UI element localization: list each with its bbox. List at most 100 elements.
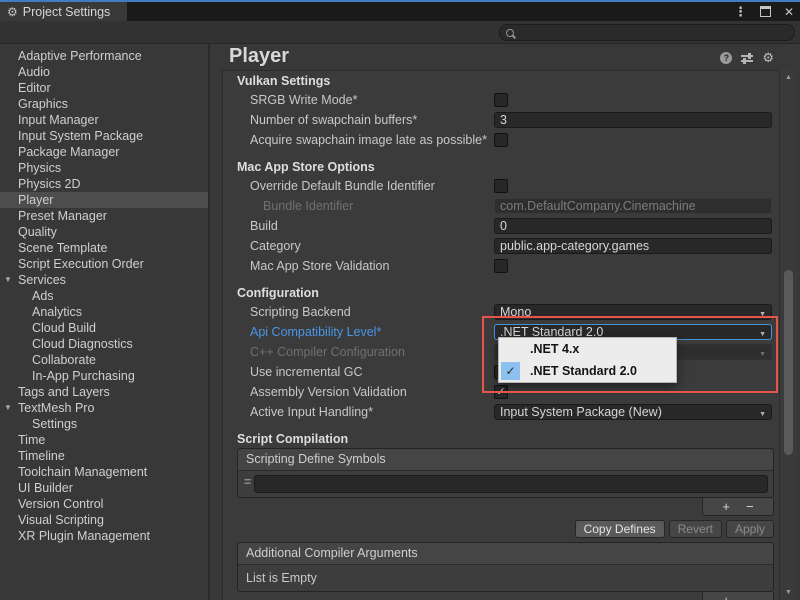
drag-handle-icon[interactable]: =: [244, 475, 251, 489]
sidebar-item-time[interactable]: Time: [0, 432, 208, 448]
dropdown-scripting-backend[interactable]: Mono▼: [494, 304, 772, 320]
maximize-icon[interactable]: [760, 6, 771, 17]
search-box[interactable]: [499, 24, 795, 41]
sidebar-item-label: Scene Template: [18, 241, 107, 255]
sidebar-item-label: Time: [18, 433, 45, 447]
sidebar-item-visual-scripting[interactable]: Visual Scripting: [0, 512, 208, 528]
field-bundle-identifier[interactable]: com.DefaultCompany.Cinemachine: [494, 198, 772, 214]
setting-label: SRGB Write Mode*: [250, 90, 357, 110]
sidebar-item-graphics[interactable]: Graphics: [0, 96, 208, 112]
field-build[interactable]: 0: [494, 218, 772, 234]
preset-icon[interactable]: [741, 54, 753, 62]
sidebar-item-ui-builder[interactable]: UI Builder: [0, 480, 208, 496]
section-header-vulkan-settings: Vulkan Settings: [223, 72, 779, 90]
sidebar-item-cloud-diagnostics[interactable]: Cloud Diagnostics: [0, 336, 208, 352]
sidebar-item-script-execution-order[interactable]: Script Execution Order: [0, 256, 208, 272]
copy-defines-button[interactable]: Copy Defines: [575, 520, 665, 538]
sidebar-item-physics[interactable]: Physics: [0, 160, 208, 176]
list-empty-label: List is Empty: [238, 565, 773, 591]
setting-row-acquire-swapchain-image-late-as-possible: Acquire swapchain image late as possible…: [223, 130, 779, 150]
setting-label: Mac App Store Validation: [250, 256, 389, 276]
define-symbol-row: =: [238, 471, 773, 497]
sidebar-item-collaborate[interactable]: Collaborate: [0, 352, 208, 368]
setting-row-build: Build0: [223, 216, 779, 236]
kebab-menu-icon[interactable]: ⋮: [734, 4, 747, 20]
setting-row-number-of-swapchain-buffers: Number of swapchain buffers*3: [223, 110, 779, 130]
sidebar-item-cloud-build[interactable]: Cloud Build: [0, 320, 208, 336]
close-icon[interactable]: ✕: [784, 5, 794, 19]
sidebar-item-editor[interactable]: Editor: [0, 80, 208, 96]
check-icon: ✓: [501, 362, 520, 380]
sidebar-item-package-manager[interactable]: Package Manager: [0, 144, 208, 160]
sidebar-item-timeline[interactable]: Timeline: [0, 448, 208, 464]
settings-gear-icon[interactable]: ⚙: [762, 51, 774, 64]
remove-button[interactable]: −: [746, 499, 754, 514]
sidebar-item-preset-manager[interactable]: Preset Manager: [0, 208, 208, 224]
sidebar-item-ads[interactable]: Ads: [0, 288, 208, 304]
settings-sidebar: Adaptive PerformanceAudioEditorGraphicsI…: [0, 44, 210, 600]
define-symbol-input[interactable]: [254, 475, 768, 493]
define-symbols-footer: + −: [223, 498, 774, 516]
dropdown-active-input-handling[interactable]: Input System Package (New)▼: [494, 404, 772, 420]
sidebar-item-toolchain-management[interactable]: Toolchain Management: [0, 464, 208, 480]
popup-option-net-4-x[interactable]: .NET 4.x: [499, 338, 676, 360]
scroll-down-icon[interactable]: ▼: [780, 589, 797, 596]
sidebar-item-label: Cloud Diagnostics: [32, 337, 133, 351]
sidebar-item-label: Graphics: [18, 97, 68, 111]
add-button[interactable]: +: [722, 593, 730, 600]
sidebar-item-input-system-package[interactable]: Input System Package: [0, 128, 208, 144]
sidebar-item-audio[interactable]: Audio: [0, 64, 208, 80]
checkbox-srgb-write-mode[interactable]: [494, 93, 508, 107]
sidebar-item-textmesh-pro[interactable]: ▼ TextMesh Pro: [0, 400, 208, 416]
sidebar-item-player[interactable]: Player: [0, 192, 208, 208]
sidebar-item-label: Collaborate: [32, 353, 96, 367]
sidebar-item-label: Editor: [18, 81, 51, 95]
tab-project-settings[interactable]: ⚙ Project Settings: [0, 2, 127, 21]
sidebar-item-label: Timeline: [18, 449, 65, 463]
section-header-configuration: Configuration: [223, 284, 779, 302]
remove-button[interactable]: −: [746, 593, 754, 600]
tab-title: Project Settings: [23, 5, 111, 19]
setting-label: Api Compatibility Level*: [250, 322, 381, 342]
project-settings-window: ⚙ Project Settings ⋮ ✕ Adaptive Performa…: [0, 0, 800, 600]
popup-option-label: .NET 4.x: [530, 342, 579, 356]
search-input[interactable]: [518, 26, 762, 40]
sidebar-item-label: Package Manager: [18, 145, 119, 159]
checkbox-acquire-swapchain-image-late-as-possible[interactable]: [494, 133, 508, 147]
add-button[interactable]: +: [722, 499, 730, 514]
sidebar-item-scene-template[interactable]: Scene Template: [0, 240, 208, 256]
settings-toolbar: [0, 21, 800, 44]
checkbox-override-default-bundle-identifier[interactable]: [494, 179, 508, 193]
sidebar-item-label: TextMesh Pro: [18, 401, 94, 415]
sidebar-item-input-manager[interactable]: Input Manager: [0, 112, 208, 128]
scrollbar-thumb[interactable]: [784, 270, 793, 455]
sidebar-item-in-app-purchasing[interactable]: In-App Purchasing: [0, 368, 208, 384]
vertical-scrollbar[interactable]: ▲ ▼: [779, 70, 797, 600]
sidebar-item-adaptive-performance[interactable]: Adaptive Performance: [0, 48, 208, 64]
sidebar-item-analytics[interactable]: Analytics: [0, 304, 208, 320]
sidebar-item-settings[interactable]: Settings: [0, 416, 208, 432]
apply-button[interactable]: Apply: [726, 520, 774, 538]
setting-label: Use incremental GC: [250, 362, 363, 382]
sidebar-item-version-control[interactable]: Version Control: [0, 496, 208, 512]
sidebar-item-services[interactable]: ▼Services: [0, 272, 208, 288]
setting-label: C++ Compiler Configuration: [250, 342, 405, 362]
revert-button[interactable]: Revert: [669, 520, 722, 538]
field-number-of-swapchain-buffers[interactable]: 3: [494, 112, 772, 128]
popup-option-net-standard-2-0[interactable]: ✓.NET Standard 2.0: [499, 360, 676, 382]
checkbox-mac-app-store-validation[interactable]: [494, 259, 508, 273]
sidebar-item-label: Player: [18, 193, 53, 207]
field-category[interactable]: public.app-category.games: [494, 238, 772, 254]
foldout-icon[interactable]: ▼: [4, 272, 12, 288]
sidebar-item-xr-plugin-management[interactable]: XR Plugin Management: [0, 528, 208, 544]
help-icon[interactable]: ?: [720, 52, 732, 64]
setting-label: Override Default Bundle Identifier: [250, 176, 435, 196]
dropdown-value: Input System Package (New): [500, 405, 662, 419]
checkbox-assembly-version-validation[interactable]: ✓: [494, 385, 508, 399]
sidebar-item-physics-2d[interactable]: Physics 2D: [0, 176, 208, 192]
sidebar-item-quality[interactable]: Quality: [0, 224, 208, 240]
compiler-args-footer: + −: [223, 592, 774, 600]
foldout-icon[interactable]: ▼: [4, 400, 12, 416]
sidebar-item-tags-and-layers[interactable]: Tags and Layers: [0, 384, 208, 400]
scroll-up-icon[interactable]: ▲: [780, 74, 797, 81]
